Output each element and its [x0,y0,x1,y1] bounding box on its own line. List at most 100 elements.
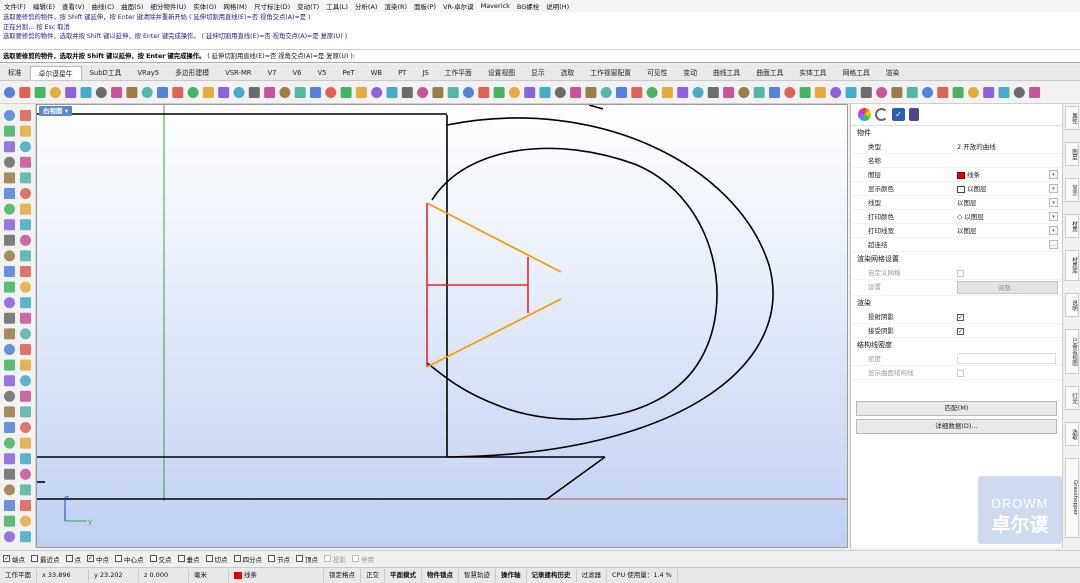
left-tool-icon[interactable] [4,390,15,402]
toolbar-tool-icon[interactable] [967,87,979,98]
curve-top-stub[interactable] [588,105,604,110]
tab-15[interactable]: 显示 [523,66,553,80]
toolbar-tool-icon[interactable] [218,87,230,98]
toolbar-tool-icon[interactable] [707,87,719,98]
menu-item[interactable]: 网格(M) [223,1,247,11]
toolbar-tool-icon[interactable] [876,87,888,98]
toolbar-tool-icon[interactable] [860,87,872,98]
left-tool-icon[interactable] [20,328,31,340]
menu-item[interactable]: 曲面(S) [121,1,143,11]
adjust-button[interactable]: 调整... [957,281,1058,294]
left-tool-icon[interactable] [4,406,15,418]
tab-9[interactable]: PeT [334,66,362,80]
osnap-checkbox[interactable] [177,555,185,562]
status-toggle[interactable]: 操作轴 [496,569,527,582]
left-tool-icon[interactable] [20,219,31,231]
status-toggle[interactable]: 记录建构历史 [527,569,577,582]
toolbar-tool-icon[interactable] [692,87,704,98]
toolbar-tool-icon[interactable] [998,87,1010,98]
panel-tab[interactable]: 已命名视图 [1065,329,1079,374]
toolbar-tool-icon[interactable] [65,87,77,98]
panel-tab[interactable]: 说明 [1065,293,1079,317]
viewport-canvas[interactable]: z y [37,105,848,548]
toolbar-tool-icon[interactable] [386,87,398,98]
color-wheel-icon[interactable] [858,108,871,121]
left-tool-icon[interactable] [20,312,31,324]
osnap-checkbox[interactable] [296,555,303,562]
cast-shadows-checkbox[interactable]: ✓ [957,313,964,321]
tab-21[interactable]: 曲面工具 [748,66,791,80]
left-tool-icon[interactable] [4,110,15,121]
left-tool-icon[interactable] [20,110,31,121]
menu-item[interactable]: 变动(T) [297,1,319,11]
osnap-checkbox[interactable] [352,555,359,562]
left-tool-icon[interactable] [20,453,31,465]
toolbar-tool-icon[interactable] [906,87,918,98]
toolbar-tool-icon[interactable] [371,87,383,98]
left-tool-icon[interactable] [4,359,15,371]
toolbar-tool-icon[interactable] [585,87,597,98]
tab-18[interactable]: 可见性 [639,66,675,80]
prop-row[interactable]: 打印颜色 ◇ 以图层 ▾ [851,210,1062,224]
panel-tab[interactable]: 材质库 [1065,250,1079,281]
left-tool-icon[interactable] [20,406,31,418]
osnap-item[interactable]: 投影 [324,554,346,564]
tab-6[interactable]: V7 [260,66,285,80]
toolbar-tool-icon[interactable] [202,87,214,98]
left-tool-icon[interactable] [20,437,31,449]
prop-row[interactable]: 打印线宽 以图层 ▾ [851,224,1062,238]
left-tool-icon[interactable] [4,234,15,246]
toolbar-tool-icon[interactable] [616,87,627,98]
toolbar-tool-icon[interactable] [80,87,92,98]
tab-4[interactable]: 多边形建模 [167,66,217,80]
viewport-right[interactable]: z y 右视图 ▾ [36,104,848,548]
toolbar-tool-icon[interactable] [401,87,413,98]
toolbar-tool-icon[interactable] [677,87,689,98]
toolbar-tool-icon[interactable] [830,87,842,98]
left-tool-icon[interactable] [4,188,15,199]
osnap-checkbox[interactable] [324,555,331,562]
toolbar-tool-icon[interactable] [738,87,750,98]
panel-tab[interactable]: Grasshopper [1065,458,1079,538]
viewport-title-tab[interactable]: 右视图 ▾ [39,106,73,116]
left-tool-icon[interactable] [20,203,31,215]
panel-tab[interactable]: 选取 [1065,422,1079,446]
left-tool-icon[interactable] [20,234,31,246]
toolbar-tool-icon[interactable] [478,87,490,98]
toolbar-tool-icon[interactable] [463,87,474,98]
left-tool-icon[interactable] [4,328,15,340]
status-cplane[interactable]: 工作平面 [0,569,37,582]
menu-item[interactable]: 编辑(E) [33,1,55,11]
tab-11[interactable]: PT [390,66,414,80]
toolbar-tool-icon[interactable] [355,87,367,98]
tab-12[interactable]: JS [414,66,436,80]
toolbar-tool-icon[interactable] [646,87,658,98]
toolbar-tool-icon[interactable] [814,87,826,98]
toolbar-tool-icon[interactable] [49,87,61,98]
toolbar-tool-icon[interactable] [1029,87,1041,98]
left-tool-icon[interactable] [4,141,15,153]
status-toggle[interactable]: 锁定格点 [324,569,361,582]
left-tool-icon[interactable] [20,188,31,199]
toolbar-tool-icon[interactable] [264,87,276,98]
toolbar-tool-icon[interactable] [340,87,352,98]
toolbar-tool-icon[interactable] [187,87,199,98]
osnap-checkbox[interactable]: ✓ [3,555,10,562]
toolbar-tool-icon[interactable] [310,87,321,98]
osnap-item[interactable]: 点 [65,554,81,564]
tab-10[interactable]: WB [363,66,390,80]
toolbar-tool-icon[interactable] [294,87,306,98]
osnap-item[interactable]: 中心点 [115,554,144,564]
toolbar-tool-icon[interactable] [554,87,566,98]
status-toggle[interactable]: 智慧轨迹 [459,569,496,582]
toolbar-tool-icon[interactable] [570,87,582,98]
dropdown-arrow-icon[interactable]: ▾ [1049,170,1058,179]
toolbar-tool-icon[interactable] [172,87,184,98]
toolbar-tool-icon[interactable] [447,87,459,98]
menu-item[interactable]: 文件(F) [4,1,26,11]
toolbar-tool-icon[interactable] [508,87,520,98]
left-tool-icon[interactable] [4,344,15,355]
left-tool-icon[interactable] [4,422,15,433]
tab-8[interactable]: V5 [310,66,335,80]
toolbar-tool-icon[interactable] [983,87,995,98]
